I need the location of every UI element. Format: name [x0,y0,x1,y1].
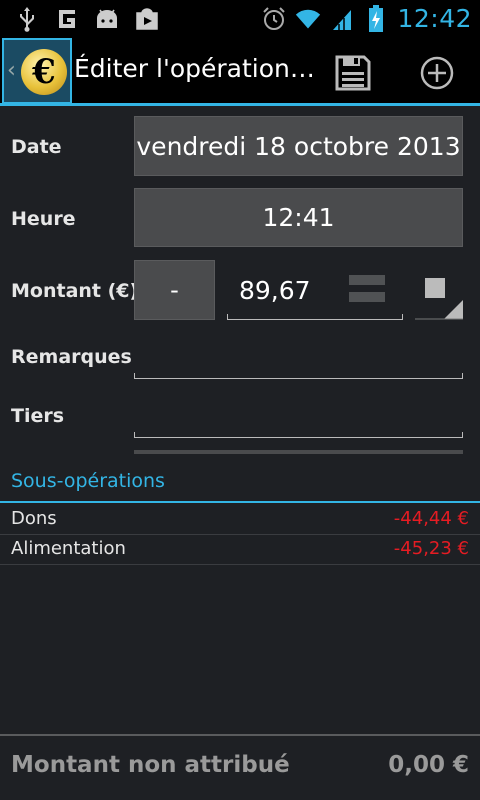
date-picker-button[interactable]: vendredi 18 octobre 2013 [134,116,463,176]
unassigned-amount-label: Montant non attribué [11,752,290,778]
thirdparty-label: Tiers [11,405,65,427]
save-icon[interactable] [334,54,374,94]
edit-operation-form: Date vendredi 18 octobre 2013 Heure 12:4… [0,106,480,734]
suboperation-amount: -44,44 € [393,508,469,529]
divider [134,450,463,454]
list-item[interactable]: Alimentation -45,23 € [0,535,480,565]
alarm-icon [261,6,287,32]
sign-value: - [170,276,179,304]
remarks-label: Remarques [11,346,132,368]
unassigned-amount-value: 0,00 € [388,752,469,778]
page-title: Éditer l'opération… [74,54,315,83]
section-divider [0,501,480,503]
suboperations-header: Sous-opérations [11,470,165,492]
date-value: vendredi 18 octobre 2013 [136,131,461,161]
action-bar: ‹ € Éditer l'opération… [0,38,480,106]
amount-label: Montant (€) [11,280,139,302]
wifi-icon [295,6,321,32]
android-debug-icon [94,6,120,32]
calculator-icon[interactable] [347,272,387,306]
battery-charging-icon [363,4,389,32]
date-label: Date [11,136,62,158]
euro-coin-icon: € [21,49,67,95]
amount-value: 89,67 [239,276,311,305]
home-up-button[interactable]: ‹ € [2,38,72,104]
time-picker-button[interactable]: 12:41 [134,188,463,247]
up-caret-icon: ‹ [7,58,16,83]
time-label: Heure [11,208,76,230]
thirdparty-input[interactable] [134,392,463,438]
remarks-input[interactable] [134,334,463,379]
sign-toggle-button[interactable]: - [134,260,215,320]
play-store-icon [134,6,160,32]
list-item[interactable]: Dons -44,44 € [0,505,480,535]
unassigned-amount-bar: Montant non attribué 0,00 € [0,734,480,800]
status-clock: 12:42 [397,4,472,33]
usb-icon [14,6,40,32]
signal-icon [329,6,355,32]
g-icon [54,6,80,32]
category-spinner[interactable] [415,260,463,320]
suboperation-amount: -45,23 € [393,538,469,559]
status-bar: 12:42 [0,0,480,38]
suboperation-name: Dons [11,508,57,529]
time-value: 12:41 [262,203,335,232]
add-icon[interactable] [418,54,458,94]
suboperation-name: Alimentation [11,538,126,559]
